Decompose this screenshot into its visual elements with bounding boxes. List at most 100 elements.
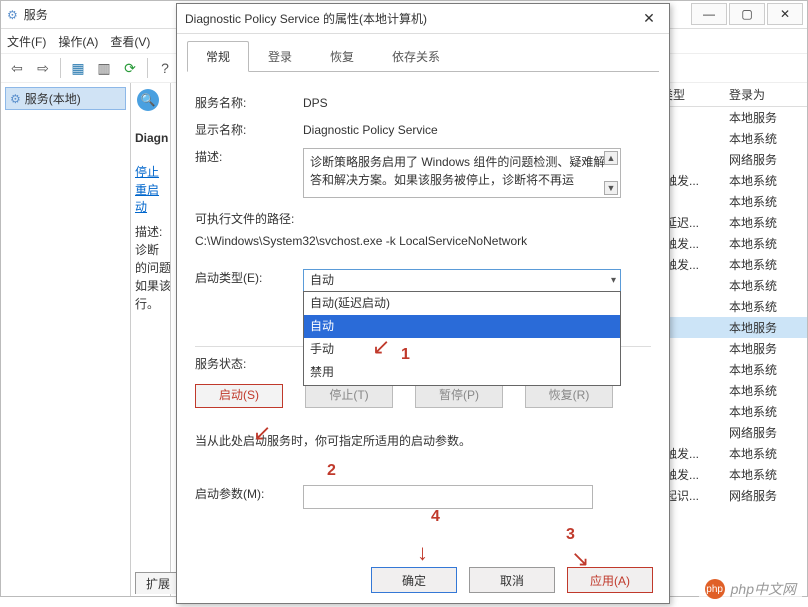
annotation-4: 4 bbox=[431, 508, 440, 526]
tab-extended[interactable]: 扩展 bbox=[135, 572, 181, 594]
option-auto[interactable]: 自动 bbox=[304, 315, 620, 338]
show-hide-button[interactable]: ▦ bbox=[66, 56, 90, 80]
forward-button[interactable]: ⇨ bbox=[31, 56, 55, 80]
cancel-button[interactable]: 取消 bbox=[469, 567, 555, 593]
apply-button[interactable]: 应用(A) bbox=[567, 567, 653, 593]
pause-button[interactable]: 暂停(P) bbox=[415, 384, 503, 408]
scroll-up-icon[interactable]: ▲ bbox=[604, 151, 618, 165]
tree-node-label: 服务(本地) bbox=[25, 90, 81, 107]
cell-logon-as: 本地系统 bbox=[723, 466, 803, 483]
label-exe-path: 可执行文件的路径: bbox=[195, 210, 651, 229]
cell-logon-as: 本地系统 bbox=[723, 403, 803, 420]
back-button[interactable]: ⇦ bbox=[5, 56, 29, 80]
tab-general[interactable]: 常规 bbox=[187, 41, 249, 72]
tab-recovery[interactable]: 恢复 bbox=[311, 41, 373, 72]
arrow-icon: ↓ bbox=[417, 540, 428, 566]
services-tree: ⚙ 服务(本地) bbox=[1, 83, 131, 596]
properties-button[interactable]: ▥ bbox=[92, 56, 116, 80]
startup-hint: 当从此处启动服务时，你可指定所适用的启动参数。 bbox=[195, 432, 651, 451]
cell-logon-as: 本地系统 bbox=[723, 256, 803, 273]
cell-logon-as: 本地系统 bbox=[723, 214, 803, 231]
cell-logon-as: 本地系统 bbox=[723, 382, 803, 399]
startup-type-combobox[interactable]: 自动 ▾ bbox=[303, 269, 621, 292]
label-service-name: 服务名称: bbox=[195, 94, 303, 113]
cell-logon-as: 本地系统 bbox=[723, 235, 803, 252]
search-icon[interactable]: 🔍 bbox=[137, 89, 159, 111]
tab-logon[interactable]: 登录 bbox=[249, 41, 311, 72]
field-startup-type: 启动类型(E): 自动 ▾ 自动(延迟启动) 自动 手动 禁用 bbox=[195, 269, 651, 292]
description-textarea[interactable]: 诊断策略服务启用了 Windows 组件的问题检测、疑难解答和解决方案。如果该服… bbox=[303, 148, 621, 198]
field-description: 描述: 诊断策略服务启用了 Windows 组件的问题检测、疑难解答和解决方案。… bbox=[195, 148, 651, 198]
label-startup-type: 启动类型(E): bbox=[195, 269, 303, 288]
label-service-status: 服务状态: bbox=[195, 355, 303, 374]
column-logon-as[interactable]: 登录为 bbox=[723, 86, 803, 103]
menu-file[interactable]: 文件(F) bbox=[7, 33, 46, 50]
properties-dialog: Diagnostic Policy Service 的属性(本地计算机) ✕ 常… bbox=[176, 3, 670, 604]
value-display-name: Diagnostic Policy Service bbox=[303, 121, 651, 140]
value-exe-path: C:\Windows\System32\svchost.exe -k Local… bbox=[195, 232, 651, 251]
link-stop[interactable]: 停止 bbox=[135, 163, 159, 180]
cell-logon-as: 本地系统 bbox=[723, 298, 803, 315]
cell-logon-as: 本地系统 bbox=[723, 193, 803, 210]
dialog-footer: 确定 取消 应用(A) bbox=[371, 567, 653, 593]
refresh-button[interactable]: ⟳ bbox=[118, 56, 142, 80]
chevron-down-icon: ▾ bbox=[611, 273, 616, 289]
ok-button[interactable]: 确定 bbox=[371, 567, 457, 593]
service-action-buttons: 启动(S) 停止(T) 暂停(P) 恢复(R) bbox=[195, 384, 651, 408]
cell-logon-as: 本地系统 bbox=[723, 361, 803, 378]
option-manual[interactable]: 手动 bbox=[304, 338, 620, 361]
label-description: 描述: bbox=[195, 148, 303, 167]
menu-view[interactable]: 查看(V) bbox=[110, 33, 150, 50]
cell-logon-as: 本地系统 bbox=[723, 130, 803, 147]
field-start-params: 启动参数(M): bbox=[195, 485, 651, 509]
cell-logon-as: 本地服务 bbox=[723, 319, 803, 336]
services-detail-pane: 🔍 Diagn 停止 重启动 描述: 诊断 的问题 如果该 行。 bbox=[131, 83, 171, 596]
field-service-name: 服务名称: DPS bbox=[195, 94, 651, 113]
stop-button[interactable]: 停止(T) bbox=[305, 384, 393, 408]
option-disabled[interactable]: 禁用 bbox=[304, 361, 620, 384]
maximize-button[interactable]: ▢ bbox=[729, 3, 765, 25]
toolbar-separator bbox=[60, 58, 61, 78]
watermark: php php中文网 bbox=[699, 577, 802, 601]
detail-desc: 如果该 bbox=[135, 277, 171, 296]
close-icon[interactable]: ✕ bbox=[637, 7, 661, 31]
tree-node-services-local[interactable]: ⚙ 服务(本地) bbox=[5, 87, 126, 110]
detail-heading: Diagn bbox=[135, 131, 168, 145]
cell-logon-as: 网络服务 bbox=[723, 151, 803, 168]
minimize-button[interactable]: — bbox=[691, 3, 727, 25]
field-display-name: 显示名称: Diagnostic Policy Service bbox=[195, 121, 651, 140]
detail-desc: 的问题 bbox=[135, 259, 171, 278]
cell-logon-as: 本地服务 bbox=[723, 340, 803, 357]
toolbar-separator bbox=[147, 58, 148, 78]
close-button[interactable]: ✕ bbox=[767, 3, 803, 25]
annotation-3: 3 bbox=[566, 526, 575, 544]
cell-logon-as: 本地系统 bbox=[723, 445, 803, 462]
option-auto-delayed[interactable]: 自动(延迟启动) bbox=[304, 292, 620, 315]
label-display-name: 显示名称: bbox=[195, 121, 303, 140]
label-start-params: 启动参数(M): bbox=[195, 485, 303, 504]
dialog-titlebar: Diagnostic Policy Service 的属性(本地计算机) ✕ bbox=[177, 4, 669, 34]
cell-logon-as: 本地系统 bbox=[723, 277, 803, 294]
start-button[interactable]: 启动(S) bbox=[195, 384, 283, 408]
gear-icon: ⚙ bbox=[10, 92, 21, 106]
startup-type-dropdown: 自动(延迟启动) 自动 手动 禁用 bbox=[303, 291, 621, 386]
dialog-tabs: 常规 登录 恢复 依存关系 bbox=[187, 40, 659, 72]
gear-icon: ⚙ bbox=[7, 8, 18, 22]
link-restart[interactable]: 重启动 bbox=[135, 181, 170, 215]
help-button[interactable]: ? bbox=[153, 56, 177, 80]
resume-button[interactable]: 恢复(R) bbox=[525, 384, 613, 408]
value-service-name: DPS bbox=[303, 94, 651, 113]
detail-desc: 行。 bbox=[135, 295, 171, 314]
cell-logon-as: 本地系统 bbox=[723, 172, 803, 189]
php-logo-icon: php bbox=[705, 579, 725, 599]
menu-action[interactable]: 操作(A) bbox=[58, 33, 98, 50]
detail-desc: 诊断 bbox=[135, 241, 171, 260]
cell-logon-as: 网络服务 bbox=[723, 424, 803, 441]
scroll-down-icon[interactable]: ▼ bbox=[604, 181, 618, 195]
services-title: 服务 bbox=[24, 6, 48, 23]
cell-logon-as: 网络服务 bbox=[723, 487, 803, 504]
start-params-input[interactable] bbox=[303, 485, 593, 509]
startup-type-value: 自动 bbox=[310, 271, 334, 290]
window-controls: — ▢ ✕ bbox=[691, 3, 803, 25]
tab-dependencies[interactable]: 依存关系 bbox=[373, 41, 459, 72]
